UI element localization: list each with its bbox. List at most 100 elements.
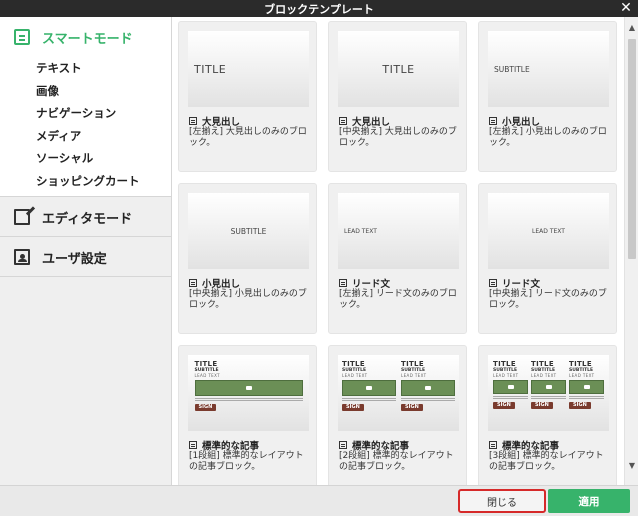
template-name-text: 大見出し bbox=[352, 117, 391, 128]
sidebar-item-media[interactable]: メディア bbox=[36, 125, 171, 148]
template-name-text: 大見出し bbox=[202, 117, 241, 128]
article-lead-text: LEAD TEXT bbox=[531, 373, 557, 378]
article-column: TITLE SUBTITLE LEAD TEXT SIGN bbox=[401, 361, 455, 431]
window-titlebar: ブロックテンプレート ✕ bbox=[0, 0, 638, 17]
article-lead-text: LEAD TEXT bbox=[493, 373, 519, 378]
editor-mode-label: エディタモード bbox=[42, 211, 133, 227]
thumbnail-text: SUBTITLE bbox=[494, 64, 530, 74]
thumbnail-text: SUBTITLE bbox=[230, 226, 267, 236]
template-description: [中央揃え] リード文のみのブロック。 bbox=[489, 289, 607, 310]
article-column: TITLE SUBTITLE LEAD TEXT SIGN bbox=[531, 361, 566, 431]
image-placeholder-icon bbox=[493, 380, 528, 394]
article-lead-text: LEAD TEXT bbox=[342, 373, 368, 378]
template-thumbnail: TITLE SUBTITLE LEAD TEXT SIGN bbox=[188, 355, 309, 431]
sidebar-item-shopping-cart[interactable]: ショッピングカート bbox=[36, 170, 171, 193]
list-icon bbox=[339, 117, 347, 125]
template-card-lead-center[interactable]: LEAD TEXT リード文 [中央揃え] リード文のみのブロック。 bbox=[478, 183, 617, 334]
article-lead-text: LEAD TEXT bbox=[569, 373, 595, 378]
image-placeholder-icon bbox=[194, 380, 303, 396]
close-button[interactable]: 閉じる bbox=[458, 489, 546, 513]
template-grid: TITLE 大見出し [左揃え] 大見出しのみのブロック。 TITLE 大見出し… bbox=[178, 21, 617, 485]
list-icon bbox=[489, 441, 497, 449]
list-icon bbox=[339, 441, 347, 449]
article-button-text: SIGN bbox=[194, 404, 217, 411]
template-name-text: リード文 bbox=[502, 279, 541, 290]
thumbnail-text: LEAD TEXT bbox=[344, 227, 377, 235]
scrollbar-thumb[interactable] bbox=[628, 39, 636, 259]
article-title-text: TITLE bbox=[401, 360, 424, 368]
apply-button[interactable]: 適用 bbox=[548, 489, 630, 513]
article-button-text: SIGN bbox=[569, 402, 591, 409]
article-column: TITLE SUBTITLE LEAD TEXT SIGN bbox=[569, 361, 604, 431]
chevron-down-icon[interactable]: ▼ bbox=[625, 459, 638, 473]
template-thumbnail: TITLE bbox=[338, 31, 459, 107]
sidebar-item-image[interactable]: 画像 bbox=[36, 80, 171, 103]
sidebar-item-navigation[interactable]: ナビゲーション bbox=[36, 102, 171, 125]
user-settings-section: ユーザ設定 bbox=[0, 237, 171, 277]
template-description: [左揃え] 小見出しのみのブロック。 bbox=[489, 127, 607, 148]
template-card-article-2col[interactable]: TITLE SUBTITLE LEAD TEXT SIGN TITLE SUBT… bbox=[328, 345, 467, 485]
template-card-subtitle-center[interactable]: SUBTITLE 小見出し [中央揃え] 小見出しのみのブロック。 bbox=[178, 183, 317, 334]
template-name: 標準的な記事 bbox=[189, 438, 259, 452]
template-card-article-1col[interactable]: TITLE SUBTITLE LEAD TEXT SIGN 標準的な記事 [1段… bbox=[178, 345, 317, 485]
editor-mode-section: エディタモード bbox=[0, 197, 171, 237]
template-name: リード文 bbox=[489, 276, 540, 290]
image-placeholder-icon bbox=[531, 380, 566, 394]
list-icon bbox=[489, 117, 497, 125]
template-name: 大見出し bbox=[189, 114, 240, 128]
template-description: [左揃え] 大見出しのみのブロック。 bbox=[189, 127, 307, 148]
list-icon bbox=[14, 29, 30, 45]
article-title-text: TITLE bbox=[342, 360, 365, 368]
thumbnail-text: TITLE bbox=[194, 62, 227, 76]
article-body-lines bbox=[531, 396, 566, 400]
chevron-up-icon[interactable]: ▲ bbox=[625, 21, 638, 35]
template-thumbnail: SUBTITLE bbox=[188, 193, 309, 269]
template-name-text: 標準的な記事 bbox=[352, 441, 410, 452]
user-settings-button[interactable]: ユーザ設定 bbox=[0, 237, 171, 277]
template-name: リード文 bbox=[339, 276, 390, 290]
smart-mode-button[interactable]: スマートモード bbox=[0, 17, 171, 57]
article-body-lines bbox=[569, 396, 604, 400]
template-name: 標準的な記事 bbox=[489, 438, 559, 452]
sidebar-item-social[interactable]: ソーシャル bbox=[36, 147, 171, 170]
template-thumbnail: LEAD TEXT bbox=[338, 193, 459, 269]
article-column: TITLE SUBTITLE LEAD TEXT SIGN bbox=[493, 361, 528, 431]
article-lead-text: LEAD TEXT bbox=[401, 373, 427, 378]
vertical-scrollbar[interactable]: ▲ ▼ bbox=[624, 17, 638, 485]
template-description: [2段組] 標準的なレイアウトの記事ブロック。 bbox=[339, 451, 454, 472]
smart-mode-items: テキスト 画像 ナビゲーション メディア ソーシャル ショッピングカート bbox=[0, 57, 171, 192]
template-card-title-left[interactable]: TITLE 大見出し [左揃え] 大見出しのみのブロック。 bbox=[178, 21, 317, 172]
article-body-lines bbox=[401, 398, 455, 402]
template-name: 小見出し bbox=[189, 276, 240, 290]
image-placeholder-icon bbox=[401, 380, 455, 396]
edit-icon bbox=[14, 209, 30, 225]
template-name-text: 小見出し bbox=[202, 279, 241, 290]
article-column: TITLE SUBTITLE LEAD TEXT SIGN bbox=[342, 361, 396, 431]
template-name-text: 標準的な記事 bbox=[502, 441, 560, 452]
article-button-text: SIGN bbox=[531, 402, 553, 409]
template-card-subtitle-left[interactable]: SUBTITLE 小見出し [左揃え] 小見出しのみのブロック。 bbox=[478, 21, 617, 172]
article-preview: TITLE SUBTITLE LEAD TEXT SIGN bbox=[188, 355, 309, 431]
template-description: [中央揃え] 大見出しのみのブロック。 bbox=[339, 127, 457, 148]
editor-mode-button[interactable]: エディタモード bbox=[0, 197, 171, 237]
template-thumbnail: TITLE SUBTITLE LEAD TEXT SIGN TITLE SUBT… bbox=[338, 355, 459, 431]
image-placeholder-icon bbox=[342, 380, 396, 396]
list-icon bbox=[339, 279, 347, 287]
template-name: 小見出し bbox=[489, 114, 540, 128]
article-preview: TITLE SUBTITLE LEAD TEXT SIGN TITLE SUBT… bbox=[338, 355, 459, 431]
sidebar-item-text[interactable]: テキスト bbox=[36, 57, 171, 80]
template-gallery: TITLE 大見出し [左揃え] 大見出しのみのブロック。 TITLE 大見出し… bbox=[173, 17, 624, 485]
template-name-text: リード文 bbox=[352, 279, 391, 290]
article-body-lines bbox=[342, 398, 396, 402]
template-card-lead-left[interactable]: LEAD TEXT リード文 [左揃え] リード文のみのブロック。 bbox=[328, 183, 467, 334]
template-card-article-3col[interactable]: TITLE SUBTITLE LEAD TEXT SIGN TITLE SUBT… bbox=[478, 345, 617, 485]
article-column: TITLE SUBTITLE LEAD TEXT SIGN bbox=[194, 361, 303, 431]
list-icon bbox=[489, 279, 497, 287]
article-preview: TITLE SUBTITLE LEAD TEXT SIGN TITLE SUBT… bbox=[488, 355, 609, 431]
thumbnail-text: TITLE bbox=[382, 62, 415, 76]
user-icon bbox=[14, 249, 30, 265]
template-name: 大見出し bbox=[339, 114, 390, 128]
template-thumbnail: SUBTITLE bbox=[488, 31, 609, 107]
template-card-title-center[interactable]: TITLE 大見出し [中央揃え] 大見出しのみのブロック。 bbox=[328, 21, 467, 172]
close-icon[interactable]: ✕ bbox=[619, 0, 633, 17]
